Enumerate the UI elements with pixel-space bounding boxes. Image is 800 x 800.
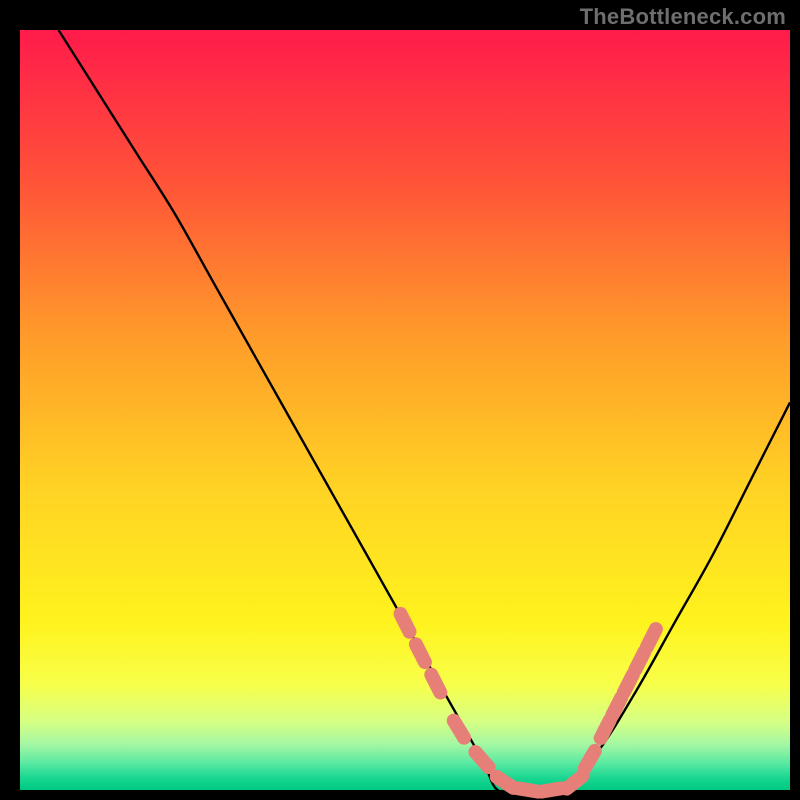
highlight-marker bbox=[416, 644, 425, 662]
highlight-marker bbox=[541, 788, 561, 791]
highlight-marker bbox=[585, 751, 595, 768]
highlight-marker bbox=[567, 776, 583, 788]
bottleneck-chart bbox=[0, 0, 800, 800]
plot-background bbox=[20, 30, 790, 790]
highlight-marker bbox=[647, 629, 656, 647]
highlight-marker bbox=[454, 721, 464, 738]
highlight-marker bbox=[601, 720, 610, 738]
highlight-marker bbox=[431, 675, 440, 693]
watermark-text: TheBottleneck.com bbox=[580, 4, 786, 30]
highlight-marker bbox=[612, 697, 621, 715]
highlight-marker bbox=[475, 752, 488, 767]
highlight-marker bbox=[635, 652, 644, 670]
highlight-marker bbox=[624, 675, 633, 693]
highlight-marker bbox=[497, 777, 514, 788]
highlight-marker bbox=[400, 614, 409, 632]
